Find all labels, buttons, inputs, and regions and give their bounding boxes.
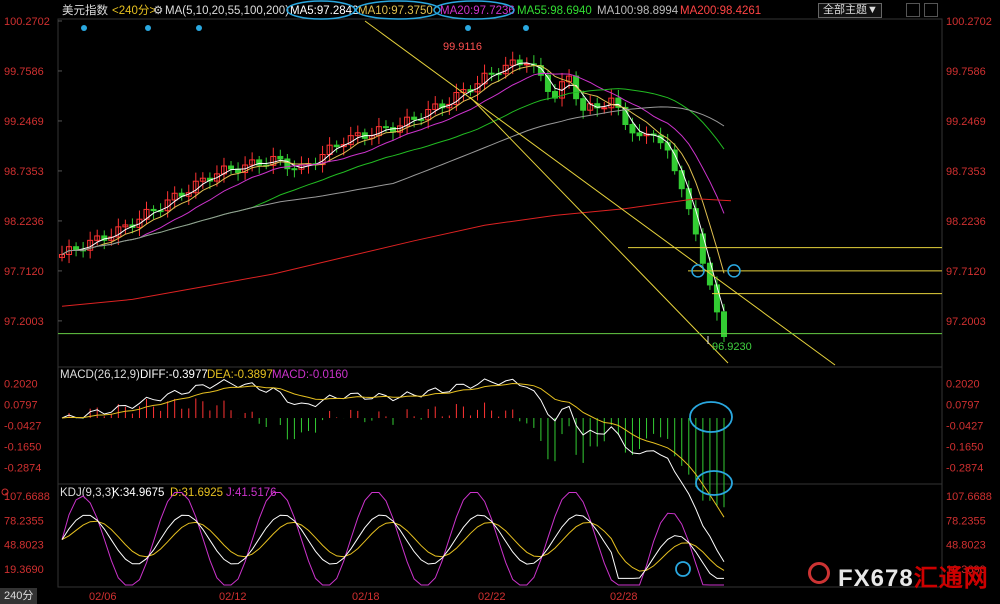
- candle-body: [382, 126, 389, 129]
- y-tick-label-left: 97.2003: [4, 316, 44, 328]
- candle-body: [721, 311, 727, 338]
- candle-body: [713, 284, 720, 313]
- kdj-y-tick-left: 78.2355: [4, 515, 44, 527]
- kdj-y-tick-left: 48.8023: [4, 540, 44, 552]
- macd-y-tick-left: -0.0427: [4, 420, 41, 432]
- fx678-logo: FX678汇通网: [838, 565, 989, 592]
- macd-value: MACD:-0.0160: [272, 369, 348, 381]
- theme-select-button[interactable]: 全部主题▼: [818, 3, 882, 18]
- fx678-logo-icon: [808, 562, 830, 584]
- kdj-y-tick-right: 107.6688: [946, 491, 992, 503]
- y-tick-label-left: 97.7120: [4, 266, 44, 278]
- y-tick-label-right: 97.7120: [946, 266, 986, 278]
- y-tick-label-left: 98.2236: [4, 216, 44, 228]
- candle-body: [671, 149, 678, 172]
- macd-y-tick-right: -0.2874: [946, 463, 983, 475]
- y-tick-label-left: 99.2469: [4, 116, 44, 128]
- period-label[interactable]: 240分: [0, 588, 38, 604]
- macd-y-tick-left: 0.2020: [4, 378, 38, 390]
- candle-body: [291, 168, 298, 171]
- high-annotation: 99.9116: [443, 41, 482, 53]
- x-tick-label: 02/18: [352, 591, 380, 603]
- macd-y-tick-left: -0.1650: [4, 441, 41, 453]
- channel-lower-line: [469, 96, 729, 364]
- highlight-circle: [675, 561, 691, 577]
- window-toggle-icon[interactable]: [906, 3, 920, 17]
- x-tick-label: 02/28: [610, 591, 638, 603]
- chart-canvas[interactable]: 100.2702 100.2702 99.7586 99.7586 99.2469 99.…: [0, 0, 1000, 604]
- candle-body: [523, 63, 530, 66]
- settings-icon: ⚙: [153, 5, 163, 17]
- ma100-value: MA100:98.8994: [597, 5, 679, 17]
- candle-body: [636, 132, 643, 137]
- macd-y-tick-left: 0.0797: [4, 399, 38, 411]
- kdj-y-tick-left: 107.6688: [4, 491, 50, 503]
- ma20-line: [61, 72, 725, 255]
- chart-app: 100.2702 100.2702 99.7586 99.7586 99.2469 99.…: [0, 0, 1000, 604]
- kdj-k-line: [61, 514, 724, 579]
- candle-body: [488, 72, 495, 75]
- y-tick-label-left: 99.7586: [4, 66, 44, 78]
- highlight-ellipse: [689, 401, 733, 433]
- y-tick-label-right: 99.2469: [946, 116, 986, 128]
- macd-y-tick-right: 0.0797: [946, 399, 980, 411]
- candle-body: [699, 233, 706, 264]
- kdj-title: KDJ(9,3,3): [60, 487, 115, 499]
- y-tick-label-left: 100.2702: [4, 16, 50, 28]
- marker-dot: [523, 25, 529, 31]
- y-tick-label-left: 98.7353: [4, 166, 44, 178]
- ma200-value: MA200:98.4261: [680, 5, 761, 17]
- macd-title: MACD(26,12,9): [60, 369, 140, 381]
- kdj-y-tick-right: 78.2355: [946, 515, 986, 527]
- candle-body: [692, 208, 699, 235]
- x-tick-label: 02/06: [89, 591, 117, 603]
- macd-dea-value: DEA:-0.3897: [207, 369, 273, 381]
- candle-body: [580, 98, 587, 111]
- candle-body: [601, 107, 608, 110]
- ma-params: MA(5,10,20,55,100,200): [165, 5, 289, 17]
- kdj-y-tick-left: 19.3690: [4, 564, 44, 576]
- window-toggle-icon[interactable]: [924, 3, 938, 17]
- candle-body: [685, 188, 692, 210]
- chart-title: 美元指数: [62, 3, 108, 17]
- y-tick-label-right: 98.2236: [946, 216, 986, 228]
- y-tick-label-right: 97.2003: [946, 316, 986, 328]
- channel-upper-line: [364, 20, 836, 366]
- macd-y-tick-right: 0.2020: [946, 378, 980, 390]
- macd-y-tick-right: -0.1650: [946, 441, 983, 453]
- candle-body: [73, 246, 80, 251]
- marker-dot: [196, 25, 202, 31]
- y-tick-label-right: 98.7353: [946, 166, 986, 178]
- candle-body: [333, 144, 340, 148]
- candle-body: [629, 124, 636, 134]
- marker-dot: [145, 25, 151, 31]
- kdj-k-value: K:34.9675: [112, 487, 164, 499]
- candle-body: [228, 165, 235, 170]
- kdj-y-tick-right: 48.8023: [946, 540, 986, 552]
- macd-y-tick-right: -0.0427: [946, 420, 983, 432]
- macd-diff-value: DIFF:-0.3977: [140, 369, 208, 381]
- macd-diff-line: [61, 378, 725, 563]
- low-annotation: 96.9230: [712, 341, 752, 353]
- y-tick-label-right: 100.2702: [946, 16, 992, 28]
- y-tick-label-right: 99.7586: [946, 66, 986, 78]
- marker-dot: [465, 25, 471, 31]
- ma20-value: MA20:97.7236: [440, 5, 515, 17]
- x-tick-label: 02/22: [478, 591, 506, 603]
- kdj-d-line: [61, 520, 725, 572]
- macd-y-tick-left: -0.2874: [4, 463, 41, 475]
- chart-period: <240分>: [112, 4, 156, 17]
- ma10-value: MA10:97.3750: [358, 5, 433, 17]
- candle-body: [411, 116, 418, 120]
- candle-body: [150, 208, 157, 212]
- candle-body: [277, 155, 284, 160]
- ma10-line: [61, 64, 725, 274]
- ma55-value: MA55:98.6940: [517, 5, 592, 17]
- x-tick-label: 02/12: [219, 591, 247, 603]
- marker-dot: [81, 25, 87, 31]
